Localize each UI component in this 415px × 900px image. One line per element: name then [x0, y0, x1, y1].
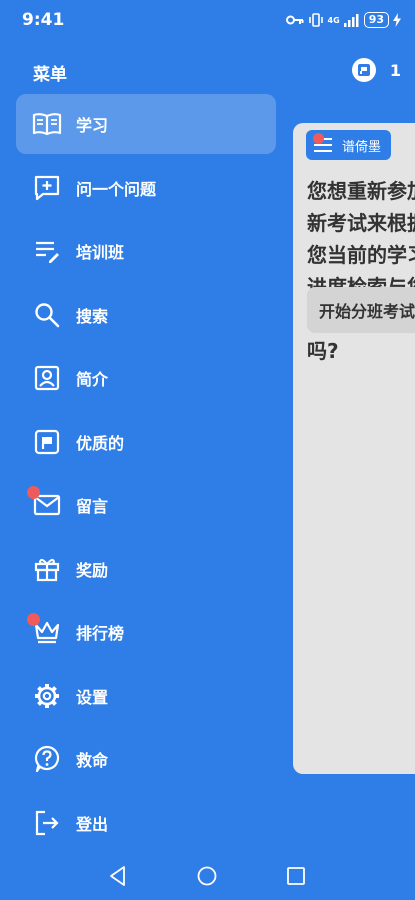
new-badge-dot	[27, 613, 40, 626]
navigation-bar	[0, 850, 415, 900]
vibrate-icon	[308, 13, 323, 27]
network-type: 4G	[327, 15, 340, 25]
back-icon[interactable]	[107, 865, 129, 887]
menu-item-label: 救命	[76, 751, 109, 770]
status-icons: 4G 93	[285, 12, 401, 28]
placement-question: 您想重新参加新考试来根据您当前的学习进度检索与您当前学习主题吗?	[307, 179, 415, 363]
menu-item-ask-question[interactable]: 问一个问题	[16, 158, 276, 218]
menu-item-label: 培训班	[76, 243, 125, 262]
menu-item-profile[interactable]: 简介	[16, 348, 276, 408]
profile-icon	[32, 363, 62, 393]
notification-count: 1	[389, 60, 401, 80]
battery-indicator: 93	[363, 12, 389, 28]
premium-icon	[32, 427, 62, 457]
unread-dot	[27, 486, 40, 499]
notification-icon[interactable]	[351, 58, 376, 82]
logout-icon	[32, 808, 62, 838]
drawer-menu: 学习 问一个问题 培训班 搜索 简介 优质的 留言 奖励 排行榜 设置 救命 登…	[16, 94, 276, 856]
menu-item-label: 登出	[76, 814, 109, 834]
menu-item-premium[interactable]: 优质的	[16, 412, 276, 472]
menu-item-label: 问一个问题	[76, 179, 157, 199]
status-time: 9:41	[22, 10, 65, 30]
menu-title: 菜单	[33, 65, 67, 85]
menu-item-label: 简介	[76, 370, 109, 389]
book-open-icon	[32, 109, 62, 139]
menu-item-label: 学习	[76, 116, 109, 135]
menu-item-training-class[interactable]: 培训班	[16, 221, 276, 281]
menu-item-label: 奖励	[76, 560, 109, 580]
menu-item-label: 搜索	[76, 306, 109, 326]
key-icon	[285, 15, 304, 25]
menu-item-leaderboard[interactable]: 排行榜	[16, 602, 276, 662]
signal-icon	[343, 13, 359, 27]
menu-item-rewards[interactable]: 奖励	[16, 539, 276, 599]
status-bar: 9:41 4G 93	[0, 0, 415, 40]
menu-item-label: 留言	[76, 497, 109, 516]
menu-item-help[interactable]: 救命	[16, 729, 276, 789]
home-icon[interactable]	[196, 865, 218, 887]
recents-icon[interactable]	[285, 865, 307, 887]
menu-item-label: 优质的	[76, 433, 125, 453]
menu-item-study[interactable]: 学习	[16, 94, 276, 154]
menu-item-logout[interactable]: 登出	[16, 793, 276, 853]
list-pencil-icon	[32, 236, 62, 266]
menu-item-label: 排行榜	[76, 624, 125, 643]
menu-item-label: 设置	[76, 687, 109, 707]
menu-chip-button[interactable]: 谱倚墨	[306, 130, 392, 160]
chip-label: 谱倚墨	[342, 139, 382, 155]
chat-plus-icon	[32, 173, 62, 203]
menu-item-messages[interactable]: 留言	[16, 475, 276, 535]
search-icon	[32, 300, 62, 330]
help-icon	[32, 744, 62, 774]
start-placement-test-button[interactable]: 开始分班考试	[307, 287, 415, 333]
gift-icon	[32, 554, 62, 584]
notification-area[interactable]: 1	[351, 58, 401, 82]
content-card[interactable]: 谱倚墨 您想重新参加新考试来根据您当前的学习进度检索与您当前学习主题吗? 开始分…	[293, 123, 415, 774]
chip-alert-dot	[313, 133, 324, 144]
charging-icon	[393, 13, 401, 27]
menu-item-search[interactable]: 搜索	[16, 285, 276, 345]
menu-item-settings[interactable]: 设置	[16, 666, 276, 726]
gear-icon	[32, 681, 62, 711]
